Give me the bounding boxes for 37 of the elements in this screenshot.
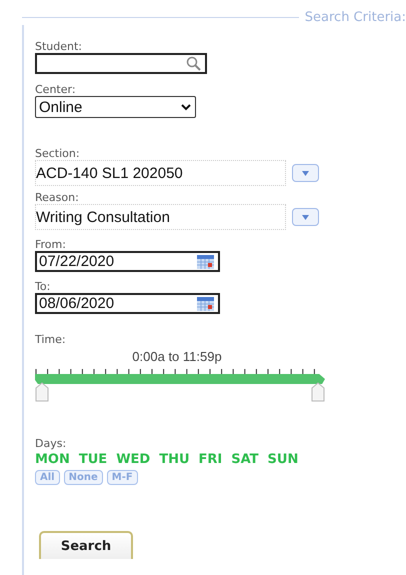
field-label: From: xyxy=(35,239,67,251)
field-label: Section: xyxy=(35,148,81,160)
dropdown-button[interactable] xyxy=(292,208,319,226)
time-reading: 0:00a to 11:59p xyxy=(131,349,223,364)
field-label: Reason: xyxy=(35,192,80,204)
calendar-icon[interactable] xyxy=(197,296,214,310)
calendar-icon[interactable] xyxy=(197,254,214,268)
field-label: Time: xyxy=(35,334,67,346)
day-toggle[interactable]: FRI xyxy=(198,452,222,467)
day-toggle[interactable]: THU xyxy=(159,452,190,467)
section-field[interactable]: ACD-140 SL1 202050 xyxy=(35,160,286,186)
center-select[interactable]: Online xyxy=(35,96,196,118)
preset-button[interactable]: All xyxy=(35,470,60,485)
student-field[interactable] xyxy=(35,53,207,74)
date-field[interactable]: 07/22/2020 xyxy=(35,251,220,272)
caret-icon xyxy=(302,214,309,220)
day-toggle[interactable]: SAT xyxy=(231,452,259,467)
section-legend: Search Criteria: xyxy=(304,10,406,25)
slider-handle[interactable] xyxy=(311,382,325,402)
date-field[interactable]: 08/06/2020 xyxy=(35,293,220,314)
day-toggle[interactable]: WED xyxy=(116,452,150,467)
slider-handle[interactable] xyxy=(35,382,49,402)
dropdown-button[interactable] xyxy=(292,164,319,182)
preset-button[interactable]: M-F xyxy=(106,470,138,485)
day-toggle[interactable]: SUN xyxy=(268,452,298,467)
chevron-icon xyxy=(181,104,191,110)
day-toggle[interactable]: MON xyxy=(35,452,70,467)
caret-icon xyxy=(302,170,309,176)
reason-field[interactable]: Writing Consultation xyxy=(35,204,286,230)
field-label: Days: xyxy=(35,438,68,450)
field-label: Student: xyxy=(35,41,84,53)
day-toggle[interactable]: TUE xyxy=(78,452,108,467)
search-icon[interactable] xyxy=(186,56,201,71)
search-button[interactable]: Search xyxy=(39,531,133,559)
field-label: Center: xyxy=(35,84,77,96)
preset-button[interactable]: None xyxy=(64,470,103,485)
field-label: To: xyxy=(35,281,52,293)
